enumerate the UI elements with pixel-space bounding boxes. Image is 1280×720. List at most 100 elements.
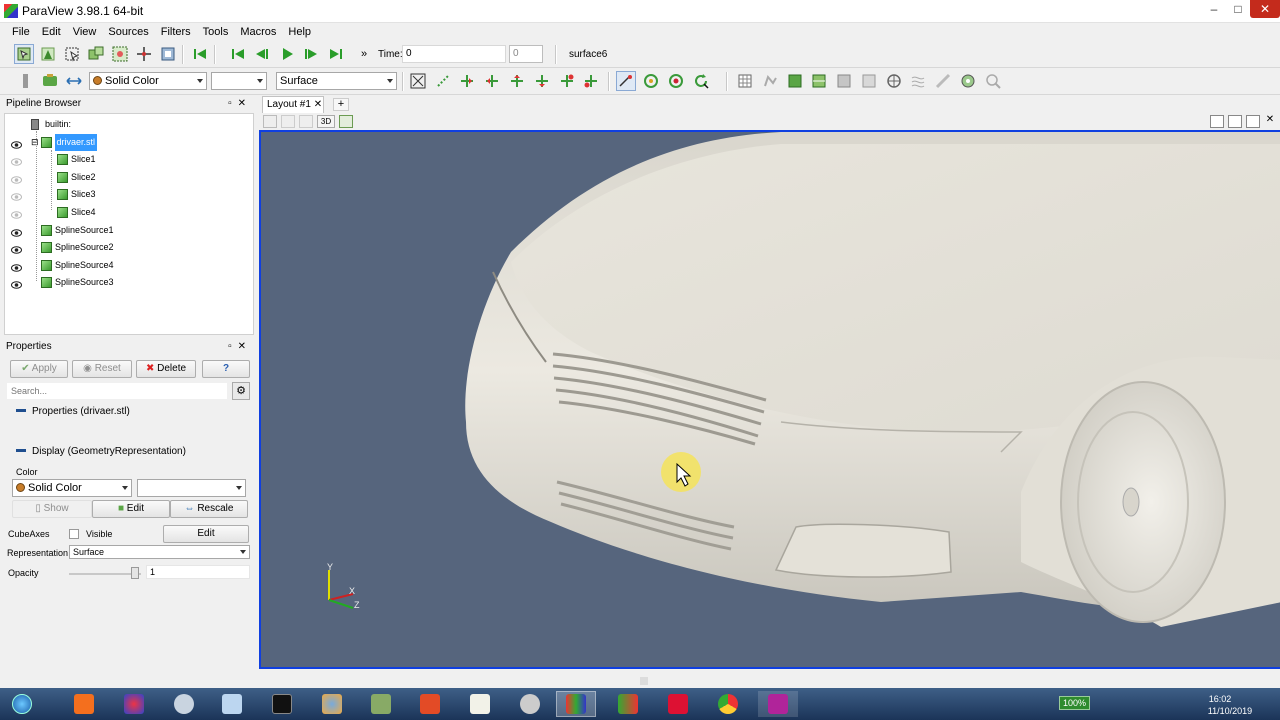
- pick-center-rotation-icon[interactable]: [666, 71, 686, 91]
- edit-color-button[interactable]: ■ Edit: [92, 500, 170, 518]
- select-cells-icon[interactable]: [62, 44, 82, 64]
- view-minus-y-icon[interactable]: [532, 71, 552, 91]
- slice-icon[interactable]: [834, 71, 854, 91]
- representation-dropdown[interactable]: Surface: [276, 72, 397, 90]
- select-points-icon[interactable]: [38, 44, 58, 64]
- calculator-icon[interactable]: [760, 71, 780, 91]
- pipeline-item[interactable]: ⊟ drivaer.stl: [5, 133, 253, 151]
- view-options-icon[interactable]: [339, 115, 353, 128]
- taskbar-app-tool-icon[interactable]: [510, 691, 550, 717]
- visibility-eye-icon[interactable]: [11, 278, 22, 290]
- menu-view[interactable]: View: [67, 26, 103, 38]
- help-button[interactable]: ?: [202, 360, 250, 378]
- next-frame-icon[interactable]: [301, 44, 321, 64]
- threshold-icon[interactable]: [859, 71, 879, 91]
- gear-icon[interactable]: ⚙: [232, 382, 250, 400]
- battery-badge[interactable]: 100%: [1058, 696, 1090, 710]
- minimize-button[interactable]: –: [1202, 0, 1226, 18]
- clear-selection-icon[interactable]: [158, 44, 178, 64]
- menu-tools[interactable]: Tools: [197, 26, 235, 38]
- view-plus-y-icon[interactable]: [507, 71, 527, 91]
- split-horizontal-icon[interactable]: [1210, 115, 1224, 128]
- interact-mode-icon[interactable]: [14, 44, 34, 64]
- scroll-handle[interactable]: [640, 677, 648, 685]
- render-view[interactable]: Y X Z: [259, 130, 1280, 669]
- close-button[interactable]: ✕: [1250, 0, 1280, 18]
- toggle-3d-button[interactable]: 3D: [317, 115, 335, 128]
- representation-dropdown[interactable]: Surface: [69, 545, 250, 559]
- taskbar-app-settings-icon[interactable]: [361, 691, 401, 717]
- apply-button[interactable]: ✔ Apply: [10, 360, 68, 378]
- select-surface-icon[interactable]: [86, 44, 106, 64]
- stream-tracer-icon[interactable]: [933, 71, 953, 91]
- select-frustum-icon[interactable]: [110, 44, 130, 64]
- taskbar-app-foxit-icon[interactable]: [658, 691, 698, 717]
- pipeline-item[interactable]: SplineSource2: [5, 239, 253, 256]
- menu-sources[interactable]: Sources: [102, 26, 154, 38]
- pipeline-item[interactable]: SplineSource1: [5, 222, 253, 239]
- view-minus-z-icon[interactable]: [581, 71, 601, 91]
- taskbar-app-chrome-icon[interactable]: [708, 691, 748, 717]
- visibility-eye-icon[interactable]: [11, 208, 22, 219]
- visibility-eye-icon[interactable]: [11, 173, 22, 184]
- pipeline-item[interactable]: Slice3: [5, 186, 253, 203]
- show-button[interactable]: ▯ Show: [12, 500, 92, 518]
- visibility-eye-icon[interactable]: [11, 155, 22, 166]
- extract-subset-icon[interactable]: [884, 71, 904, 91]
- collapse-toggle-icon[interactable]: ⊟: [31, 134, 39, 151]
- maximize-button[interactable]: □: [1226, 0, 1250, 18]
- pipeline-item[interactable]: Slice4: [5, 204, 253, 221]
- previous-frame-icon[interactable]: [252, 44, 272, 64]
- visibility-eye-icon[interactable]: [11, 138, 22, 149]
- section-collapse-icon[interactable]: [16, 409, 26, 412]
- rescale-button[interactable]: ⇔ Rescale: [170, 500, 248, 518]
- taskbar-app-avast-icon[interactable]: [64, 691, 104, 717]
- time-index-spinbox[interactable]: 0: [509, 45, 543, 63]
- rescale-range-icon[interactable]: [64, 71, 84, 91]
- menu-filters[interactable]: Filters: [155, 26, 197, 38]
- reset-center-icon[interactable]: [641, 71, 661, 91]
- menu-help[interactable]: Help: [282, 26, 317, 38]
- color-by-dropdown[interactable]: Solid Color: [89, 72, 207, 90]
- glyph-icon[interactable]: [908, 71, 928, 91]
- properties-search-input[interactable]: [6, 382, 228, 400]
- visibility-eye-icon[interactable]: [11, 226, 22, 237]
- pipeline-item[interactable]: SplineSource3: [5, 274, 253, 291]
- edit-colormap-icon[interactable]: [40, 71, 60, 91]
- taskbar-app-mouse-icon[interactable]: [164, 691, 204, 717]
- clock-time[interactable]: 16:02: [1200, 694, 1240, 704]
- panel-float-close-icons[interactable]: ▫✕: [228, 96, 252, 112]
- delete-button[interactable]: ✖ Delete: [136, 360, 196, 378]
- reset-camera-icon[interactable]: [408, 71, 428, 91]
- menu-macros[interactable]: Macros: [234, 26, 282, 38]
- tab-layout-1[interactable]: Layout #1 ✕: [262, 96, 324, 113]
- visibility-eye-icon[interactable]: [11, 261, 22, 272]
- taskbar-app-paraview-icon[interactable]: [556, 691, 596, 717]
- pick-center-icon[interactable]: [134, 44, 154, 64]
- opacity-slider-handle[interactable]: [131, 567, 139, 579]
- view-plus-z-icon[interactable]: [557, 71, 577, 91]
- spreadsheet-icon[interactable]: [735, 71, 755, 91]
- taskbar-app-filezilla-icon[interactable]: [410, 691, 450, 717]
- rotate-camera-icon[interactable]: [691, 71, 711, 91]
- warp-icon[interactable]: [958, 71, 978, 91]
- section-collapse-icon[interactable]: [16, 449, 26, 452]
- pipeline-item[interactable]: Slice1: [5, 151, 253, 168]
- visibility-eye-icon[interactable]: [11, 243, 22, 254]
- cubeaxes-visible-checkbox[interactable]: [69, 529, 79, 539]
- add-layout-button[interactable]: +: [333, 98, 349, 111]
- color-dropdown[interactable]: Solid Color: [12, 479, 132, 497]
- pipeline-item[interactable]: Slice2: [5, 169, 253, 186]
- reset-button[interactable]: ◉ Reset: [72, 360, 132, 378]
- clip-icon[interactable]: [809, 71, 829, 91]
- capture-view-icon[interactable]: [263, 115, 277, 128]
- visibility-eye-icon[interactable]: [11, 190, 22, 202]
- color-legend-icon[interactable]: [16, 71, 36, 91]
- menu-file[interactable]: File: [6, 26, 36, 38]
- menu-edit[interactable]: Edit: [36, 26, 67, 38]
- last-frame-icon[interactable]: [326, 44, 346, 64]
- contour-icon[interactable]: [785, 71, 805, 91]
- close-view-icon[interactable]: ✕: [1263, 114, 1277, 128]
- view-plus-x-icon[interactable]: [457, 71, 477, 91]
- horizontal-scrollbar[interactable]: [260, 676, 1280, 686]
